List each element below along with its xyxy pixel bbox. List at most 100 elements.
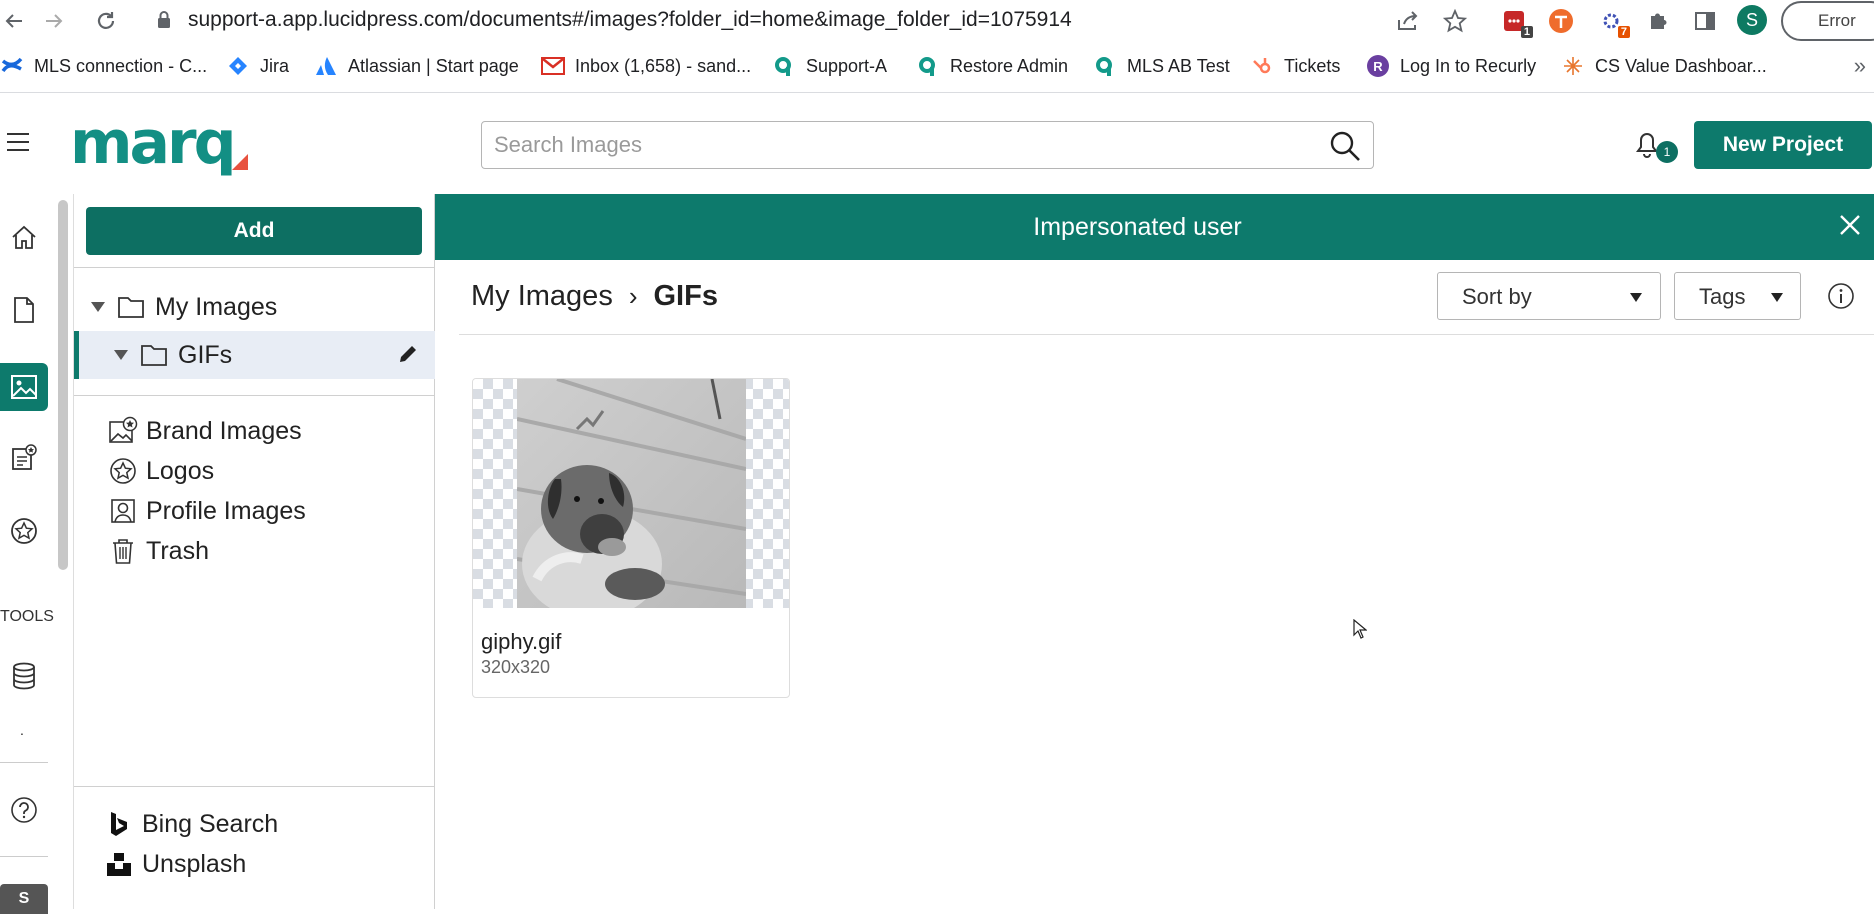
extension-gear-icon[interactable]: 7 (1596, 6, 1630, 38)
images-icon[interactable] (0, 363, 48, 411)
star-badge-icon[interactable] (0, 507, 48, 555)
image-filename: giphy.gif (481, 629, 562, 654)
jira-icon (226, 54, 250, 78)
marq-q-icon (916, 54, 940, 78)
new-project-button[interactable]: New Project (1694, 121, 1872, 169)
edit-pencil-icon[interactable] (397, 343, 419, 365)
extension-badge: 7 (1617, 26, 1630, 38)
folder-panel: Add My Images GIFs Brand Images Logos Pr… (74, 194, 435, 909)
hubspot-icon (1250, 54, 1274, 78)
lock-icon[interactable] (156, 10, 172, 30)
marq-q-icon (1093, 54, 1117, 78)
brand-templates-icon[interactable] (0, 434, 48, 482)
tableau-icon (1561, 54, 1585, 78)
bookmark-item[interactable]: MLS connection - C... (0, 54, 207, 78)
bing-icon (104, 809, 134, 839)
left-nav-rail: TOOLS . S (0, 194, 74, 914)
reload-icon[interactable] (92, 7, 120, 35)
home-icon[interactable] (0, 214, 48, 262)
chevron-down-icon (1771, 293, 1783, 302)
toolbar-divider (459, 334, 1874, 335)
browser-toolbar: support-a.app.lucidpress.com/documents#/… (0, 0, 1874, 43)
bookmark-item[interactable]: Restore Admin (916, 54, 1068, 78)
panel-divider (74, 267, 435, 268)
unsplash-icon (104, 849, 134, 879)
trash-icon (108, 536, 138, 566)
recurly-icon: R (1366, 54, 1390, 78)
rail-scrollbar[interactable] (58, 200, 68, 570)
library-profile-images[interactable]: Profile Images (108, 496, 306, 526)
bookmark-star-icon[interactable] (1440, 6, 1470, 36)
notification-count-badge: 1 (1656, 141, 1678, 163)
puzzle-icon[interactable] (1643, 6, 1673, 36)
rail-divider (0, 856, 48, 857)
sort-by-dropdown[interactable]: Sort by (1437, 272, 1661, 320)
folder-my-images[interactable]: My Images (74, 283, 435, 331)
bookmarks-bar: MLS connection - C... Jira Atlassian | S… (0, 43, 1874, 93)
impersonation-banner: Impersonated user (435, 194, 1874, 260)
hamburger-menu-icon[interactable] (6, 132, 30, 152)
folder-gifs[interactable]: GIFs (74, 331, 435, 379)
logo-accent-icon (232, 154, 248, 170)
database-icon[interactable] (0, 652, 48, 700)
image-card[interactable]: giphy.gif 320x320 (472, 378, 790, 698)
extension-orange-icon[interactable] (1546, 6, 1576, 36)
forward-arrow-icon[interactable] (40, 7, 68, 35)
confluence-icon (0, 54, 24, 78)
search-box (481, 121, 1374, 169)
close-icon[interactable] (1838, 213, 1862, 237)
browser-profile-avatar[interactable]: S (1737, 5, 1767, 35)
breadcrumb: My Images › GIFs (471, 280, 718, 313)
atlassian-icon (314, 54, 338, 78)
add-button[interactable]: Add (86, 207, 422, 255)
chevron-down-icon (1630, 293, 1642, 302)
bookmarks-overflow-button[interactable]: » (1854, 53, 1866, 79)
image-dimensions: 320x320 (481, 657, 551, 677)
documents-icon[interactable] (0, 286, 48, 334)
search-input[interactable] (494, 132, 1314, 158)
browser-error-button[interactable]: Error (1781, 1, 1874, 41)
svg-text:R: R (1373, 59, 1383, 74)
integration-unsplash[interactable]: Unsplash (104, 849, 246, 879)
bookmark-item[interactable]: CS Value Dashboar... (1561, 54, 1767, 78)
expand-caret-icon[interactable] (91, 302, 105, 312)
address-bar-url[interactable]: support-a.app.lucidpress.com/documents#/… (188, 8, 1072, 32)
marq-q-icon (772, 54, 796, 78)
share-icon[interactable] (1393, 6, 1423, 36)
user-avatar[interactable]: S (0, 884, 48, 914)
bookmark-item[interactable]: Atlassian | Start page (314, 54, 519, 78)
marq-logo[interactable]: marq (70, 108, 237, 178)
brand-images-icon (108, 416, 138, 446)
bookmark-item[interactable]: Support-A (772, 54, 887, 78)
side-panel-icon[interactable] (1690, 6, 1720, 36)
mouse-cursor-icon (1353, 619, 1367, 639)
panel-divider (74, 786, 435, 787)
folder-icon (117, 295, 145, 319)
help-icon[interactable] (0, 786, 48, 834)
bookmark-item[interactable]: MLS AB Test (1093, 54, 1230, 78)
folder-icon (140, 343, 168, 367)
bookmark-item[interactable]: R Log In to Recurly (1366, 54, 1536, 78)
breadcrumb-separator: › (628, 281, 638, 311)
rail-more-dot: . (20, 722, 24, 738)
bookmark-item[interactable]: Tickets (1250, 54, 1340, 78)
bookmark-item[interactable]: Inbox (1,658) - sand... (541, 54, 751, 78)
gmail-icon (541, 54, 565, 78)
search-icon[interactable] (1329, 130, 1361, 162)
expand-caret-icon[interactable] (114, 350, 128, 360)
image-thumbnail[interactable] (473, 379, 789, 608)
integration-bing-search[interactable]: Bing Search (104, 809, 278, 839)
library-brand-images[interactable]: Brand Images (108, 416, 302, 446)
library-logos[interactable]: Logos (108, 456, 214, 486)
app-header: marq 1 New Project (0, 94, 1874, 194)
tags-dropdown[interactable]: Tags (1674, 272, 1801, 320)
breadcrumb-current: GIFs (653, 280, 718, 312)
back-arrow-icon[interactable] (0, 7, 28, 35)
extension-badge: 1 (1520, 26, 1533, 38)
library-trash[interactable]: Trash (108, 536, 209, 566)
info-icon[interactable] (1827, 282, 1855, 310)
bookmark-item[interactable]: Jira (226, 54, 289, 78)
breadcrumb-my-images[interactable]: My Images (471, 280, 613, 313)
extension-red-icon[interactable]: 1 (1499, 6, 1533, 38)
logos-star-icon (108, 456, 138, 486)
